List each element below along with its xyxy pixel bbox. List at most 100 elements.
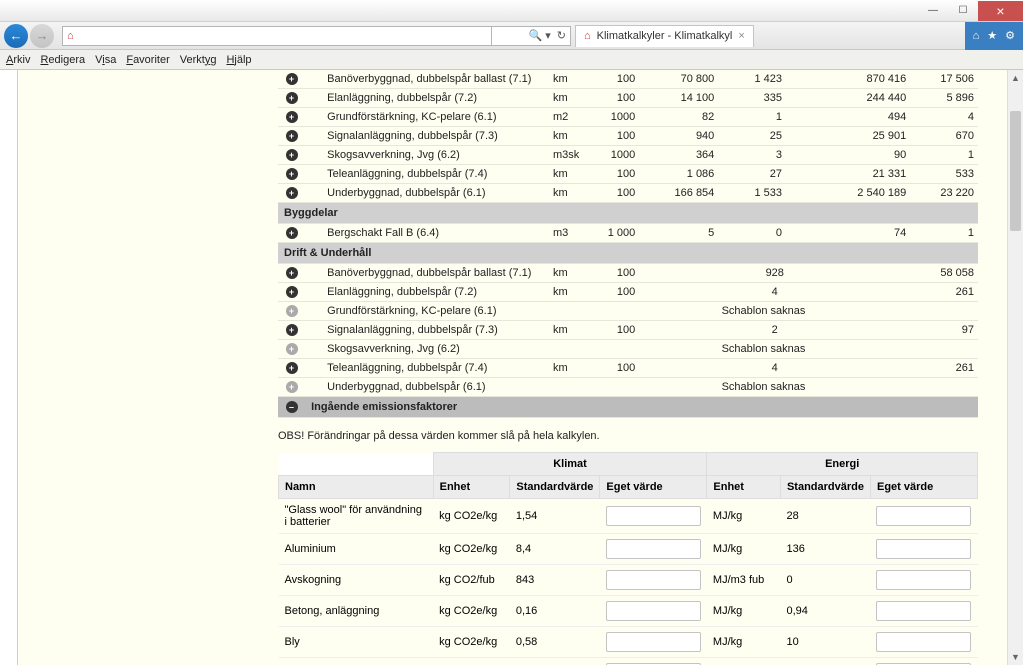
search-icon[interactable]: 🔍 ▾ bbox=[529, 29, 551, 42]
ef-klimat-input[interactable] bbox=[606, 539, 701, 559]
ef-energi-input[interactable] bbox=[876, 570, 971, 590]
expand-icon[interactable]: + bbox=[286, 324, 298, 336]
row-qty: 100 bbox=[590, 165, 640, 184]
row-val2: 1 533 bbox=[718, 184, 786, 203]
ef-klimat-std: 843 bbox=[510, 565, 600, 596]
row-val4: 4 bbox=[910, 108, 978, 127]
ef-energi-input[interactable] bbox=[876, 506, 971, 526]
expand-icon[interactable]: + bbox=[286, 305, 298, 317]
menu-verktyg[interactable]: Verktyg bbox=[180, 54, 217, 66]
expand-icon[interactable]: + bbox=[286, 187, 298, 199]
menu-hjalp[interactable]: Hjälp bbox=[226, 54, 251, 66]
row-val4: 670 bbox=[910, 127, 978, 146]
row-name: Elanläggning, dubbelspår (7.2) bbox=[323, 89, 549, 108]
collapse-icon[interactable]: – bbox=[286, 401, 298, 413]
ef-row: "Glass wool" för användning i batterierk… bbox=[279, 499, 978, 534]
col-std-e: Standardvärde bbox=[780, 476, 870, 499]
ef-energi-input[interactable] bbox=[876, 601, 971, 621]
close-button[interactable]: × bbox=[978, 1, 1023, 21]
menu-redigera[interactable]: Redigera bbox=[40, 54, 85, 66]
row-val4: 5 896 bbox=[910, 89, 978, 108]
ef-row: Aluminiumkg CO2e/kg8,4MJ/kg136 bbox=[279, 534, 978, 565]
ef-energi-input[interactable] bbox=[876, 539, 971, 559]
row-val3: 2 540 189 bbox=[786, 184, 910, 203]
expand-icon[interactable]: + bbox=[286, 227, 298, 239]
expand-icon[interactable]: + bbox=[286, 286, 298, 298]
scroll-thumb[interactable] bbox=[1010, 111, 1021, 231]
main-data-table: +Banöverbyggnad, dubbelspår ballast (7.1… bbox=[278, 70, 978, 418]
ef-klimat-input[interactable] bbox=[606, 570, 701, 590]
row-unit: km bbox=[549, 264, 590, 283]
row-unit: km bbox=[549, 359, 590, 378]
favorites-icon[interactable]: ★ bbox=[987, 29, 997, 42]
home-icon[interactable]: ⌂ bbox=[973, 30, 980, 42]
ef-klimat-input[interactable] bbox=[606, 632, 701, 652]
expand-icon[interactable]: + bbox=[286, 111, 298, 123]
row-val3: 870 416 bbox=[786, 70, 910, 89]
address-bar[interactable]: ⌂ bbox=[62, 26, 492, 46]
expand-icon[interactable]: + bbox=[286, 73, 298, 85]
row-val1: 70 800 bbox=[639, 70, 718, 89]
row-val2: 27 bbox=[718, 165, 786, 184]
ef-energi-own bbox=[870, 596, 977, 627]
menu-arkiv[interactable]: Arkiv bbox=[6, 54, 30, 66]
browser-tab[interactable]: ⌂ Klimatkalkyler - Klimatkalkyl × bbox=[575, 25, 754, 47]
ef-name: Cement (CEM I) bbox=[279, 658, 434, 665]
row-name: Skogsavverkning, Jvg (6.2) bbox=[323, 146, 549, 165]
row-name: Bergschakt Fall B (6.4) bbox=[323, 224, 549, 243]
scroll-track[interactable] bbox=[1008, 86, 1023, 649]
section-emission[interactable]: –Ingående emissionsfaktorer bbox=[278, 397, 978, 418]
forward-button[interactable]: → bbox=[30, 24, 54, 48]
ef-energi-input[interactable] bbox=[876, 632, 971, 652]
row-right: 97 bbox=[910, 321, 978, 340]
table-row: +Banöverbyggnad, dubbelspår ballast (7.1… bbox=[278, 264, 978, 283]
warning-note: OBS! Förändringar på dessa värden kommer… bbox=[278, 430, 1009, 442]
ef-klimat-input[interactable] bbox=[606, 601, 701, 621]
row-unit: m3 bbox=[549, 224, 590, 243]
ef-klimat-input[interactable] bbox=[606, 506, 701, 526]
tab-close-icon[interactable]: × bbox=[738, 30, 744, 42]
expand-icon[interactable]: + bbox=[286, 168, 298, 180]
ef-energi-unit: MJ/kg bbox=[707, 499, 781, 534]
ef-klimat-std: 0,58 bbox=[510, 627, 600, 658]
row-name: Signalanläggning, dubbelspår (7.3) bbox=[323, 127, 549, 146]
scroll-down-icon[interactable]: ▼ bbox=[1008, 649, 1023, 665]
row-unit: km bbox=[549, 184, 590, 203]
menu-favoriter[interactable]: Favoriter bbox=[126, 54, 169, 66]
row-mid: 2 bbox=[639, 321, 910, 340]
vertical-scrollbar[interactable]: ▲ ▼ bbox=[1007, 70, 1023, 665]
browser-navbar: ← → ⌂ 🔍 ▾ ↻ ⌂ Klimatkalkyler - Klimatkal… bbox=[0, 22, 1023, 50]
table-row: +Elanläggning, dubbelspår (7.2)km1004261 bbox=[278, 283, 978, 302]
table-row: +Signalanläggning, dubbelspår (7.3)km100… bbox=[278, 321, 978, 340]
expand-icon[interactable]: + bbox=[286, 362, 298, 374]
tab-favicon: ⌂ bbox=[584, 30, 591, 42]
expand-icon[interactable]: + bbox=[286, 381, 298, 393]
row-qty: 100 bbox=[590, 184, 640, 203]
row-val2: 3 bbox=[718, 146, 786, 165]
row-val1: 5 bbox=[639, 224, 718, 243]
expand-icon[interactable]: + bbox=[286, 267, 298, 279]
back-button[interactable]: ← bbox=[4, 24, 28, 48]
schablon-label: Schablon saknas bbox=[549, 378, 978, 397]
row-name: Underbyggnad, dubbelspår (6.1) bbox=[323, 378, 549, 397]
expand-icon[interactable]: + bbox=[286, 92, 298, 104]
expand-icon[interactable]: + bbox=[286, 343, 298, 355]
maximize-button[interactable]: ☐ bbox=[948, 1, 978, 21]
table-row: +Bergschakt Fall B (6.4)m31 00050741 bbox=[278, 224, 978, 243]
ef-klimat-unit: kg CO2e/kg bbox=[433, 627, 510, 658]
row-val1: 364 bbox=[639, 146, 718, 165]
reload-icon[interactable]: ↻ bbox=[557, 29, 566, 42]
ef-klimat-std: 0,16 bbox=[510, 596, 600, 627]
ef-energi-std: 0,94 bbox=[780, 596, 870, 627]
settings-icon[interactable]: ⚙ bbox=[1005, 29, 1015, 42]
minimize-button[interactable]: — bbox=[918, 1, 948, 21]
browser-corner-toolbar: ⌂ ★ ⚙ bbox=[965, 22, 1023, 50]
ef-energi-unit: MJ/m3 fub bbox=[707, 565, 781, 596]
menu-visa[interactable]: Visa bbox=[95, 54, 116, 66]
row-val2: 1 bbox=[718, 108, 786, 127]
expand-icon[interactable]: + bbox=[286, 130, 298, 142]
expand-icon[interactable]: + bbox=[286, 149, 298, 161]
ef-energi-std: 136 bbox=[780, 534, 870, 565]
scroll-up-icon[interactable]: ▲ bbox=[1008, 70, 1023, 86]
ef-klimat-own bbox=[600, 534, 707, 565]
